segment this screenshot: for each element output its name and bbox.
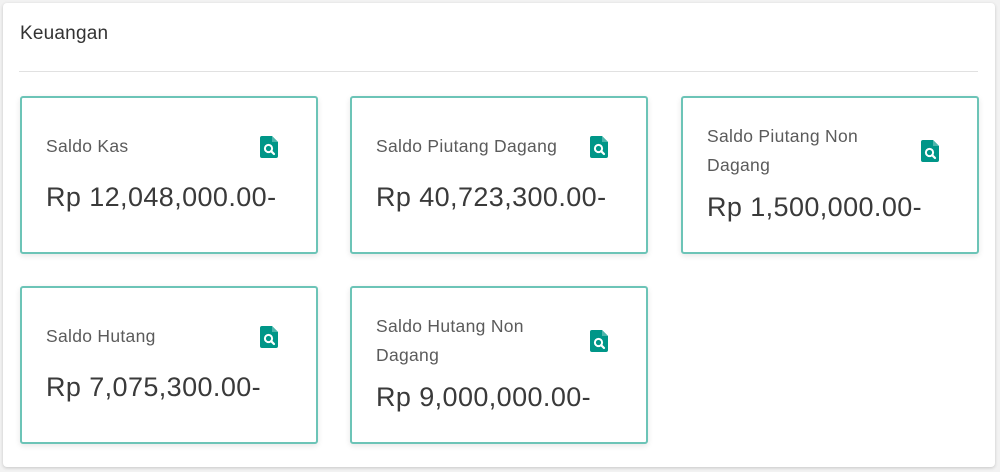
card-label: Saldo Kas — [46, 136, 129, 156]
card-saldo-hutang-non-dagang[interactable]: Saldo Hutang Non Dagang Rp 9,000,000.00- — [350, 286, 648, 444]
card-saldo-piutang-dagang[interactable]: Saldo Piutang Dagang Rp 40,723,300.00- — [350, 96, 648, 254]
file-search-icon[interactable] — [260, 135, 278, 158]
panel-title: Keuangan — [20, 23, 109, 44]
file-search-icon[interactable] — [921, 140, 939, 162]
file-search-icon[interactable] — [260, 325, 278, 348]
card-label: Saldo Piutang Non Dagang — [707, 126, 859, 175]
divider — [19, 71, 978, 72]
card-label: Saldo Hutang — [46, 326, 156, 346]
card-saldo-piutang-non-dagang[interactable]: Saldo Piutang Non Dagang Rp 1,500,000.00… — [681, 96, 979, 254]
card-label: Saldo Piutang Dagang — [376, 136, 558, 156]
card-value: Rp 40,723,300.00- — [376, 182, 607, 212]
card-saldo-hutang[interactable]: Saldo Hutang Rp 7,075,300.00- — [20, 286, 318, 444]
card-label: Saldo Hutang Non Dagang — [376, 316, 524, 365]
card-value: Rp 12,048,000.00- — [46, 182, 277, 212]
finance-panel: Keuangan Saldo Kas Rp 12,048,000.00- Sal… — [3, 3, 995, 467]
card-saldo-kas[interactable]: Saldo Kas Rp 12,048,000.00- — [20, 96, 318, 254]
file-search-icon[interactable] — [590, 135, 608, 158]
card-value: Rp 7,075,300.00- — [46, 372, 262, 402]
file-search-icon[interactable] — [590, 330, 608, 352]
card-value: Rp 9,000,000.00- — [376, 382, 592, 412]
card-value: Rp 1,500,000.00- — [707, 192, 923, 222]
